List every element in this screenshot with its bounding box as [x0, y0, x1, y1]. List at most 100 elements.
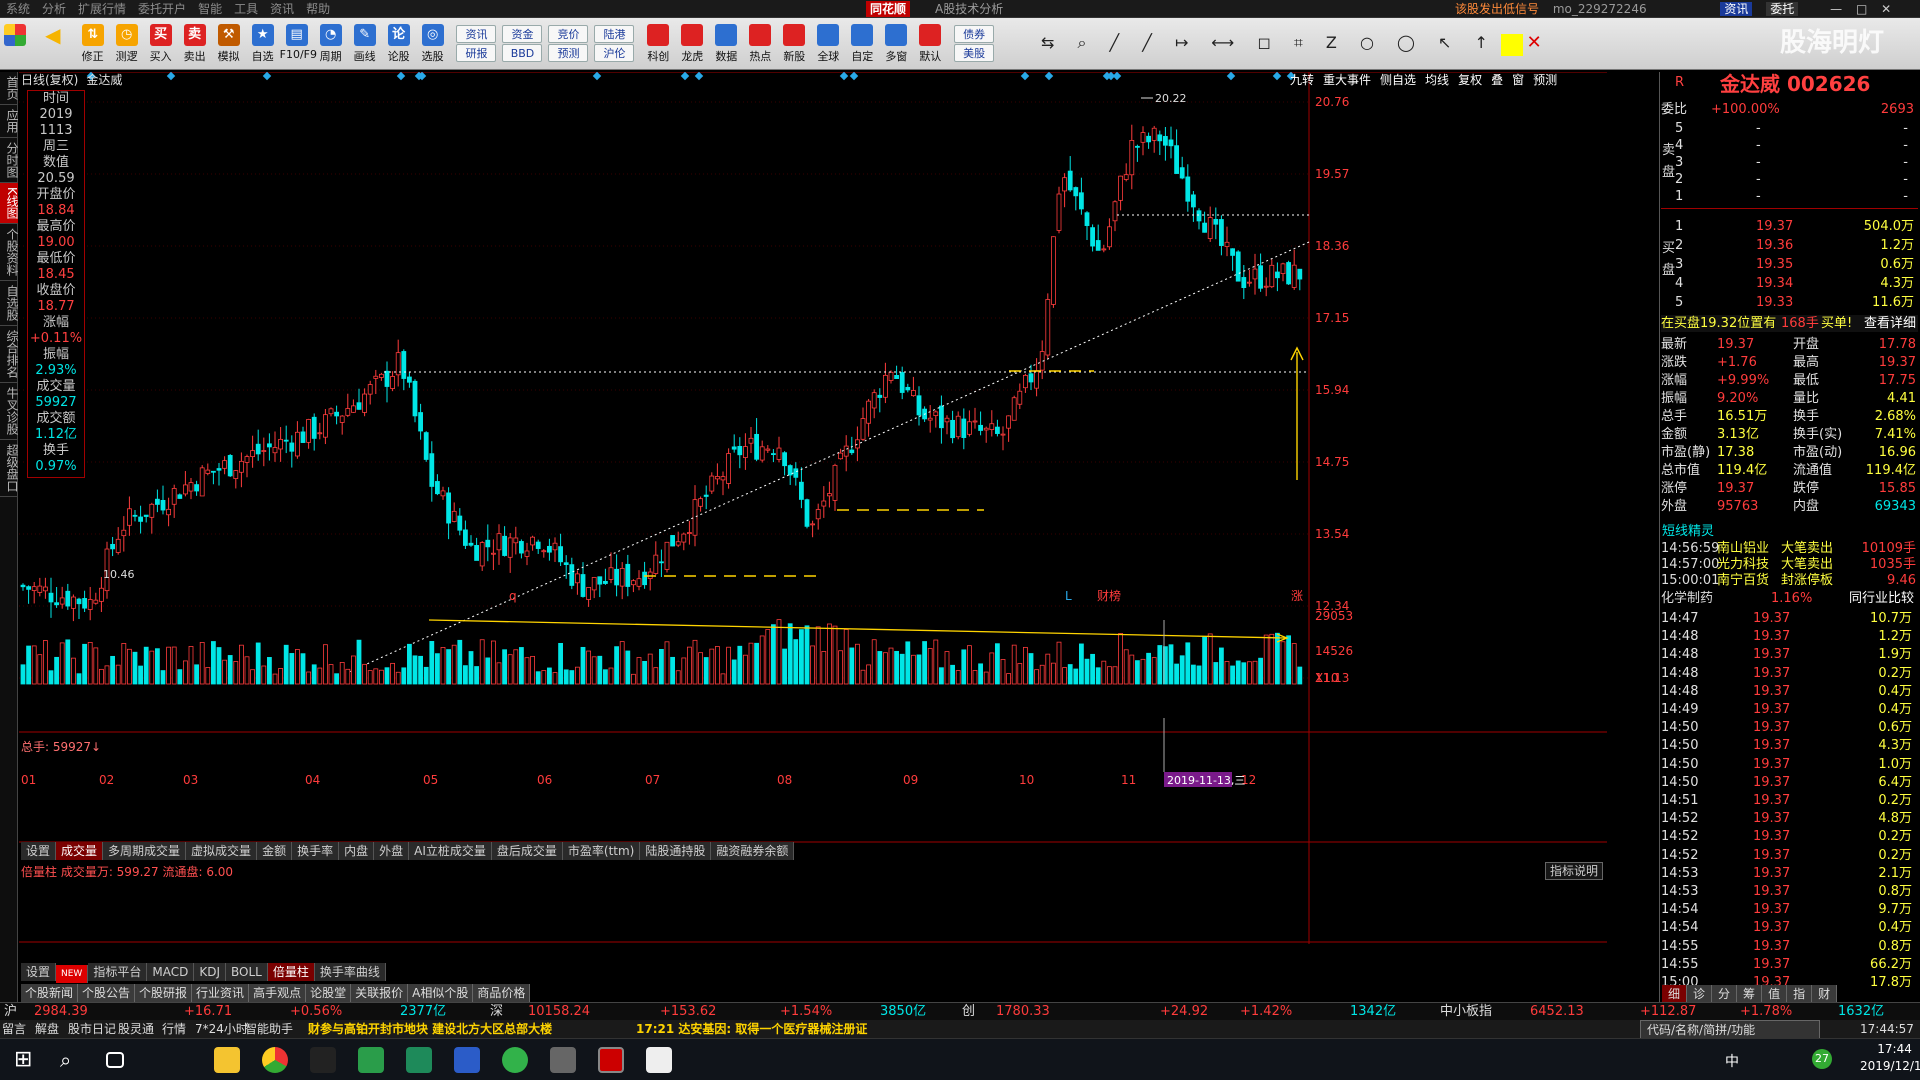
info-button[interactable]: 资讯	[1720, 2, 1753, 16]
volume-tab[interactable]: 虚拟成交量	[186, 842, 258, 860]
toolbar-pair-button[interactable]: 资金	[502, 25, 543, 43]
toolbar-pair-button[interactable]: BBD	[502, 44, 543, 62]
right-tab[interactable]: 细	[1662, 985, 1688, 1003]
left-nav-item[interactable]: 牛叉诊股	[0, 383, 19, 440]
index-name[interactable]: 创	[962, 1003, 975, 1021]
menu-item[interactable]: 智能	[192, 0, 228, 18]
left-nav-item[interactable]: 分时图	[0, 138, 19, 183]
chart-button[interactable]: 重大事件	[1323, 73, 1371, 87]
right-tab[interactable]: 指	[1787, 985, 1813, 1003]
toolbar-button[interactable]: 科创	[641, 18, 675, 69]
left-nav-item[interactable]: 综合排名	[0, 326, 19, 383]
toolbar-button-period[interactable]: ◔ 周期	[314, 18, 348, 69]
sector-compare-link[interactable]: 同行业比较	[1849, 590, 1914, 607]
ticker-item[interactable]: 智能助手	[245, 1020, 293, 1038]
toolbar-button-talk[interactable]: 论论股	[382, 18, 416, 69]
search-icon[interactable]: ⌕	[60, 1047, 86, 1073]
menu-item[interactable]: 委托开户	[132, 0, 192, 18]
app-icon[interactable]	[550, 1047, 576, 1073]
volume-tab[interactable]: 内盘	[339, 842, 375, 860]
toolbar-button[interactable]: 全球	[811, 18, 845, 69]
search-box[interactable]: 代码/名称/简拼/功能	[1640, 1020, 1820, 1040]
toolbar-pair-button[interactable]: 预测	[548, 44, 589, 62]
volume-tab[interactable]: 外盘	[374, 842, 410, 860]
toolbar-button-doc[interactable]: ▤ F10/F9	[280, 18, 317, 69]
wechat-icon[interactable]	[502, 1047, 528, 1073]
menu-item[interactable]: 资讯	[264, 0, 300, 18]
indicator-tab[interactable]: BOLL	[226, 963, 268, 981]
left-nav-item[interactable]: 超级盘口	[0, 440, 19, 497]
close-icon[interactable]: ✕	[1881, 2, 1891, 16]
toolbar-button[interactable]: 自定	[845, 18, 879, 69]
left-nav-item[interactable]: 自选股	[0, 281, 19, 326]
toolbar-pair-button[interactable]: 沪伦	[594, 44, 635, 62]
menu-item[interactable]: 系统	[0, 0, 36, 18]
entrust-button[interactable]: 委托	[1766, 2, 1799, 16]
lang-indicator[interactable]: 中	[1725, 1051, 1739, 1071]
toolbar-button[interactable]: 热点	[743, 18, 777, 69]
period-label[interactable]: 日线(复权)	[21, 73, 78, 87]
bonds-button[interactable]: 债券	[954, 25, 995, 43]
indicator-tab[interactable]: 指标平台	[88, 963, 148, 981]
word-icon[interactable]	[454, 1047, 480, 1073]
right-tab[interactable]: 诊	[1687, 985, 1713, 1003]
right-tab[interactable]: 筹	[1737, 985, 1763, 1003]
toolbar-button[interactable]: 龙虎	[675, 18, 709, 69]
volume-tab[interactable]: 盘后成交量	[491, 842, 563, 860]
ticker-item[interactable]: 7*24小时	[195, 1020, 248, 1038]
news-tab[interactable]: 高手观点	[249, 984, 307, 1002]
menu-item[interactable]: 帮助	[300, 0, 336, 18]
tonghuashun-task-icon[interactable]	[598, 1047, 624, 1073]
index-name[interactable]: 沪	[4, 1003, 17, 1021]
toolbar-pair-button[interactable]: 陆港	[594, 25, 635, 43]
windows-start-icon[interactable]: ⊞	[14, 1047, 40, 1073]
excel-icon[interactable]	[406, 1047, 432, 1073]
volume-tab[interactable]: 市盈率(ttm)	[562, 842, 641, 860]
delete-icon[interactable]: ✕	[1527, 32, 1542, 53]
toolbar-button-pen[interactable]: ✎ 画线	[348, 18, 382, 69]
kline-chart[interactable]: 20.7619.5718.3617.1515.9414.7513.5412.34…	[19, 72, 1607, 944]
left-nav-item[interactable]: 首页	[0, 72, 19, 105]
news-headline[interactable]: 财参与高铂开封市地块 建设北方大区总部大楼	[308, 1020, 552, 1038]
indicator-tab[interactable]: 倍量柱	[267, 963, 315, 981]
toolbar-button-sell[interactable]: 卖卖出	[178, 18, 212, 69]
toolbar-button[interactable]: 默认	[913, 18, 947, 69]
volume-tab[interactable]: AI立桩成交量	[409, 842, 492, 860]
volume-tab[interactable]: 设置	[21, 842, 57, 860]
user-name[interactable]: mo_229272246	[1553, 2, 1647, 16]
chart-button[interactable]: 叠	[1491, 73, 1503, 87]
chart-button[interactable]: 侧自选	[1380, 73, 1416, 87]
explorer-icon[interactable]	[214, 1047, 240, 1073]
green-app-icon[interactable]	[358, 1047, 384, 1073]
ticker-item[interactable]: 股市日记	[68, 1020, 116, 1038]
news-tab[interactable]: 论股堂	[306, 984, 352, 1002]
ticker-item[interactable]: 行情	[162, 1020, 186, 1038]
volume-tab[interactable]: 换手率	[292, 842, 340, 860]
news-tab[interactable]: 关联报价	[351, 984, 409, 1002]
chart-button[interactable]: 九转	[1290, 73, 1314, 87]
indicator-tab[interactable]: MACD	[147, 963, 195, 981]
chart-button[interactable]: 均线	[1425, 73, 1449, 87]
signal-notice[interactable]: 该股发出低信号	[1455, 2, 1539, 16]
draw-tools-icons[interactable]: ⇆ ⌕ ╱ ╱ ↦ ⟷ ◻ ⌗ Z ○ ◯ ↖ ↑	[1041, 33, 1497, 52]
qq-icon[interactable]	[310, 1047, 336, 1073]
right-tab[interactable]: 分	[1712, 985, 1738, 1003]
back-button[interactable]: ◀	[34, 18, 72, 69]
indicator-tab[interactable]: 换手率曲线	[314, 963, 386, 981]
toolbar-button-hammer[interactable]: ⚒ 模拟	[212, 18, 246, 69]
volume-tab[interactable]: 陆股通持股	[640, 842, 712, 860]
right-tab[interactable]: 值	[1762, 985, 1788, 1003]
news-tab[interactable]: 个股公告	[78, 984, 136, 1002]
toolbar-button-select[interactable]: ◎ 选股	[416, 18, 450, 69]
ticker-item[interactable]: 股灵通	[118, 1020, 154, 1038]
index-name[interactable]: 深	[490, 1003, 503, 1021]
chart-button[interactable]: 复权	[1458, 73, 1482, 87]
index-name[interactable]: 中小板指	[1440, 1003, 1492, 1021]
menu-item[interactable]: 分析	[36, 0, 72, 18]
chrome-icon[interactable]	[262, 1047, 288, 1073]
color-picker-icon[interactable]	[1500, 33, 1523, 56]
toolbar-button[interactable]: 新股	[777, 18, 811, 69]
notice-detail-link[interactable]: 查看详细	[1864, 315, 1916, 332]
news-tab[interactable]: 行业资讯	[192, 984, 250, 1002]
left-nav-item[interactable]: 个股资料	[0, 224, 19, 281]
